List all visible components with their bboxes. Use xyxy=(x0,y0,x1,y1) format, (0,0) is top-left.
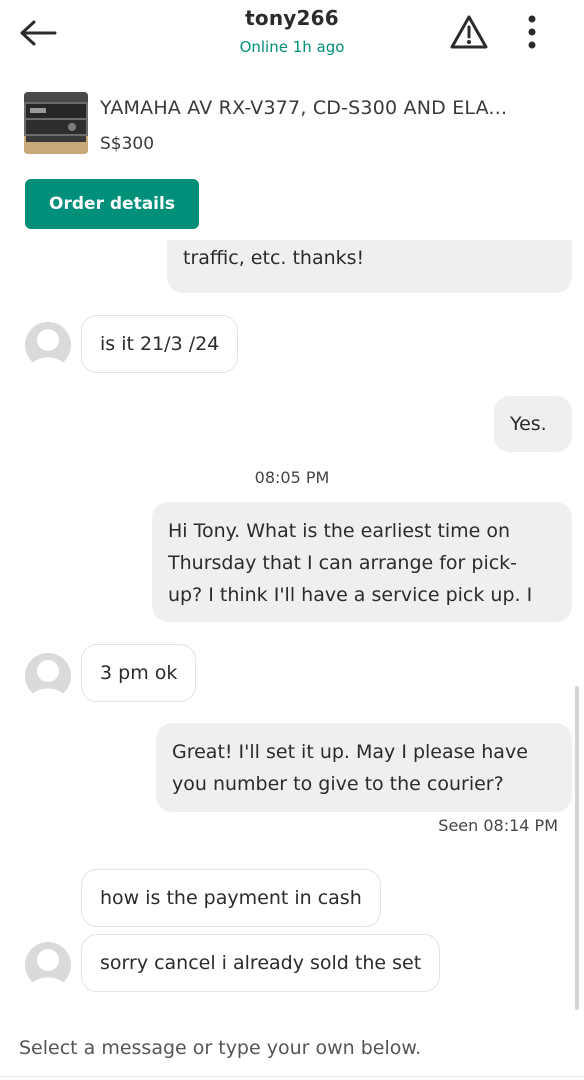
message-line: you number to give to the courier? xyxy=(172,773,504,795)
message-line: Thursday that I can arrange for pick- xyxy=(168,552,518,574)
outgoing-message[interactable]: Great! I'll set it up. May I please have… xyxy=(156,723,572,812)
seen-receipt: Seen 08:14 PM xyxy=(438,816,558,835)
chat-title-block[interactable]: tony266 Online 1h ago xyxy=(150,6,434,56)
more-options-button[interactable] xyxy=(516,12,548,52)
vertical-dots-icon xyxy=(528,15,536,49)
chat-header: tony266 Online 1h ago xyxy=(0,0,584,78)
message-list[interactable]: traffic, etc. thanks! is it 21/3 /24 Yes… xyxy=(0,240,584,1010)
message-text: 3 pm ok xyxy=(100,662,178,684)
back-button[interactable] xyxy=(16,14,60,52)
incoming-message[interactable]: 3 pm ok xyxy=(81,644,197,702)
message-text: how is the payment in cash xyxy=(100,887,362,909)
message-text: sorry cancel i already sold the set xyxy=(100,952,422,974)
message-timestamp: 08:05 PM xyxy=(254,468,330,487)
message-text: traffic, etc. thanks! xyxy=(183,247,365,269)
listing-price: S$300 xyxy=(100,134,155,154)
report-button[interactable] xyxy=(448,12,490,52)
incoming-message[interactable]: how is the payment in cash xyxy=(81,869,381,927)
outgoing-message[interactable]: traffic, etc. thanks! xyxy=(167,240,572,293)
outgoing-message[interactable]: Yes. xyxy=(494,396,572,452)
message-text: is it 21/3 /24 xyxy=(100,333,220,355)
listing-summary[interactable]: YAMAHA AV RX-V377, CD-S300 AND ELA... S$… xyxy=(0,84,584,166)
avatar xyxy=(25,653,71,699)
scrollbar[interactable] xyxy=(575,686,579,1010)
message-line: Great! I'll set it up. May I please have xyxy=(172,741,528,763)
warning-triangle-icon xyxy=(450,15,488,49)
divider xyxy=(0,1076,584,1077)
order-details-button[interactable]: Order details xyxy=(25,179,199,229)
message-text: Yes. xyxy=(510,413,547,435)
online-status: Online 1h ago xyxy=(239,38,345,56)
listing-title: YAMAHA AV RX-V377, CD-S300 AND ELA... xyxy=(100,97,508,119)
message-input-prompt[interactable]: Select a message or type your own below. xyxy=(19,1037,421,1059)
avatar xyxy=(25,942,71,988)
outgoing-message[interactable]: Hi Tony. What is the earliest time on Th… xyxy=(152,502,572,622)
message-line: up? I think I'll have a service pick up.… xyxy=(168,584,533,606)
incoming-message[interactable]: is it 21/3 /24 xyxy=(81,315,239,373)
incoming-message[interactable]: sorry cancel i already sold the set xyxy=(81,934,441,992)
chat-partner-name: tony266 xyxy=(245,6,339,30)
message-line: Hi Tony. What is the earliest time on xyxy=(168,520,511,542)
listing-thumbnail xyxy=(24,92,88,154)
arrow-left-icon xyxy=(20,20,57,46)
avatar xyxy=(25,322,71,368)
